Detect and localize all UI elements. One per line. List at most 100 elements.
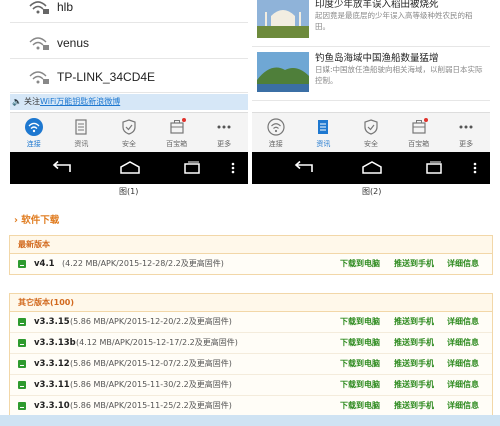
recent-apps-icon[interactable]: [180, 160, 204, 176]
details-link[interactable]: 详细信息: [447, 254, 479, 274]
tab-label: 资讯: [74, 140, 89, 148]
version-name: v3.3.15: [34, 317, 70, 327]
version-meta: (5.86 MB/APK/2015-12-20/2.2及更高固件): [70, 317, 232, 326]
follow-notice-bar[interactable]: 🔈 关注WiFi万能钥匙新浪微博: [10, 94, 248, 110]
download-icon: [18, 381, 26, 389]
version-meta: (5.86 MB/APK/2015-11-25/2.2及更高固件): [70, 401, 232, 410]
speaker-icon: 🔈: [12, 97, 22, 106]
version-meta: (5.86 MB/APK/2015-12-07/2.2及更高固件): [70, 359, 232, 368]
home-icon[interactable]: [118, 160, 142, 176]
version-name: v4.1: [34, 259, 55, 269]
notice-prefix: 关注: [24, 97, 40, 106]
toolbox-icon: [169, 118, 186, 134]
push-to-phone-link[interactable]: 推送到手机: [394, 254, 434, 274]
wifi-network-row[interactable]: hlb: [10, 0, 248, 23]
tab-toolbox[interactable]: 百宝箱: [153, 113, 201, 153]
tab-news[interactable]: 资讯: [58, 113, 106, 153]
download-to-pc-link[interactable]: 下载到电脑: [340, 254, 380, 274]
weibo-link[interactable]: WiFi万能钥匙新浪微博: [40, 97, 120, 106]
shield-icon: [364, 119, 378, 135]
recent-apps-icon[interactable]: [422, 160, 446, 176]
version-name: v3.3.11: [34, 380, 70, 390]
tab-label: 资讯: [316, 140, 331, 148]
back-icon[interactable]: [292, 160, 316, 176]
tab-label: 连接: [26, 140, 41, 148]
android-nav-bar: [252, 152, 490, 184]
tab-connect[interactable]: 连接: [252, 113, 300, 153]
news-item[interactable]: 印度少年放羊误入稻田被烧死 起因竟是最底层的少年误入高等级种姓农民的稻田。: [252, 0, 490, 47]
other-versions-header: 其它版本(100): [10, 294, 492, 312]
version-row: v3.3.10 (5.86 MB/APK/2015-11-25/2.2及更高固件…: [10, 396, 492, 416]
push-to-phone-link[interactable]: 推送到手机: [394, 375, 434, 395]
push-to-phone-link[interactable]: 推送到手机: [394, 354, 434, 374]
phone-screen-1: hlb venus TP-LINK_34CD4E 🔈 关注WiFi万能钥匙新浪微博: [10, 0, 248, 186]
download-icon: [18, 318, 26, 326]
version-name: v3.3.13b: [34, 338, 76, 348]
wifi-network-name: venus: [57, 36, 90, 50]
push-to-phone-link[interactable]: 推送到手机: [394, 396, 434, 416]
download-to-pc-link[interactable]: 下载到电脑: [340, 354, 380, 374]
version-name: v3.3.10: [34, 401, 70, 411]
wifi-network-row[interactable]: TP-LINK_34CD4E: [10, 62, 248, 93]
phone-screen-2: 印度少年放羊误入稻田被烧死 起因竟是最底层的少年误入高等级种姓农民的稻田。 钓鱼…: [252, 0, 490, 186]
version-row: v3.3.11 (5.86 MB/APK/2015-11-30/2.2及更高固件…: [10, 375, 492, 396]
details-link[interactable]: 详细信息: [447, 375, 479, 395]
bottom-strip: [0, 415, 500, 426]
tab-security[interactable]: 安全: [347, 113, 395, 153]
version-meta: (4.22 MB/APK/2015-12-28/2.2及更高固件): [62, 259, 224, 268]
details-link[interactable]: 详细信息: [447, 396, 479, 416]
tab-connect[interactable]: 连接: [10, 113, 58, 153]
figure-caption-2: 图(2): [362, 187, 382, 196]
figure-caption-1: 图(1): [119, 187, 139, 196]
wifi-lock-icon: [29, 71, 49, 84]
tab-toolbox[interactable]: 百宝箱: [395, 113, 443, 153]
tab-label: 更多: [459, 140, 474, 148]
wifi-lock-icon: [29, 37, 49, 50]
version-meta: (4.12 MB/APK/2015-12-17/2.2及更高固件): [76, 338, 238, 347]
tab-more[interactable]: 更多: [200, 113, 248, 153]
push-to-phone-link[interactable]: 推送到手机: [394, 312, 434, 332]
details-link[interactable]: 详细信息: [447, 333, 479, 353]
news-thumbnail: [257, 52, 309, 92]
news-item[interactable]: 钓鱼岛海域中国渔船数量猛增 日媒:中国放任渔船驶向相关海域，以削弱日本实际控制。: [252, 48, 490, 101]
home-icon[interactable]: [360, 160, 384, 176]
news-title: 印度少年放羊误入稻田被烧死: [315, 0, 439, 10]
latest-version-box: 最新版本 v4.1 (4.22 MB/APK/2015-12-28/2.2及更高…: [9, 235, 493, 275]
download-icon: [18, 360, 26, 368]
download-to-pc-link[interactable]: 下载到电脑: [340, 312, 380, 332]
download-to-pc-link[interactable]: 下载到电脑: [340, 333, 380, 353]
tab-label: 安全: [121, 140, 136, 148]
menu-dots-icon[interactable]: [470, 160, 480, 176]
news-description: 日媒:中国放任渔船驶向相关海域，以削弱日本实际控制。: [315, 65, 483, 85]
download-to-pc-link[interactable]: 下载到电脑: [340, 396, 380, 416]
wifi-network-name: hlb: [57, 0, 74, 14]
version-name: v3.3.12: [34, 359, 70, 369]
more-icon: [459, 125, 473, 129]
version-meta: (5.86 MB/APK/2015-11-30/2.2及更高固件): [70, 380, 232, 389]
tab-label: 连接: [268, 140, 283, 148]
news-thumbnail: [257, 0, 309, 38]
download-icon: [18, 260, 26, 268]
version-row: v4.1 (4.22 MB/APK/2015-12-28/2.2及更高固件) 下…: [10, 254, 492, 274]
push-to-phone-link[interactable]: 推送到手机: [394, 333, 434, 353]
other-versions-box: 其它版本(100) v3.3.15 (5.86 MB/APK/2015-12-2…: [9, 293, 493, 417]
shield-icon: [122, 119, 136, 135]
details-link[interactable]: 详细信息: [447, 312, 479, 332]
back-icon[interactable]: [50, 160, 74, 176]
tab-more[interactable]: 更多: [442, 113, 490, 153]
download-to-pc-link[interactable]: 下载到电脑: [340, 375, 380, 395]
chevron-right-icon: ›: [14, 215, 18, 226]
details-link[interactable]: 详细信息: [447, 354, 479, 374]
news-description: 起因竟是最底层的少年误入高等级种姓农民的稻田。: [315, 11, 473, 31]
wifi-network-row[interactable]: venus: [10, 28, 248, 59]
latest-version-header: 最新版本: [10, 236, 492, 254]
tab-label: 百宝箱: [408, 140, 430, 148]
wifi-lock-icon: [29, 1, 49, 14]
bottom-tab-bar: 连接 资讯 安全 百宝箱 更多: [252, 112, 490, 153]
tab-security[interactable]: 安全: [105, 113, 153, 153]
menu-dots-icon[interactable]: [228, 160, 238, 176]
version-row: v3.3.12 (5.86 MB/APK/2015-12-07/2.2及更高固件…: [10, 354, 492, 375]
android-nav-bar: [10, 152, 248, 184]
news-icon: [75, 119, 87, 135]
tab-news[interactable]: 资讯: [300, 113, 348, 153]
